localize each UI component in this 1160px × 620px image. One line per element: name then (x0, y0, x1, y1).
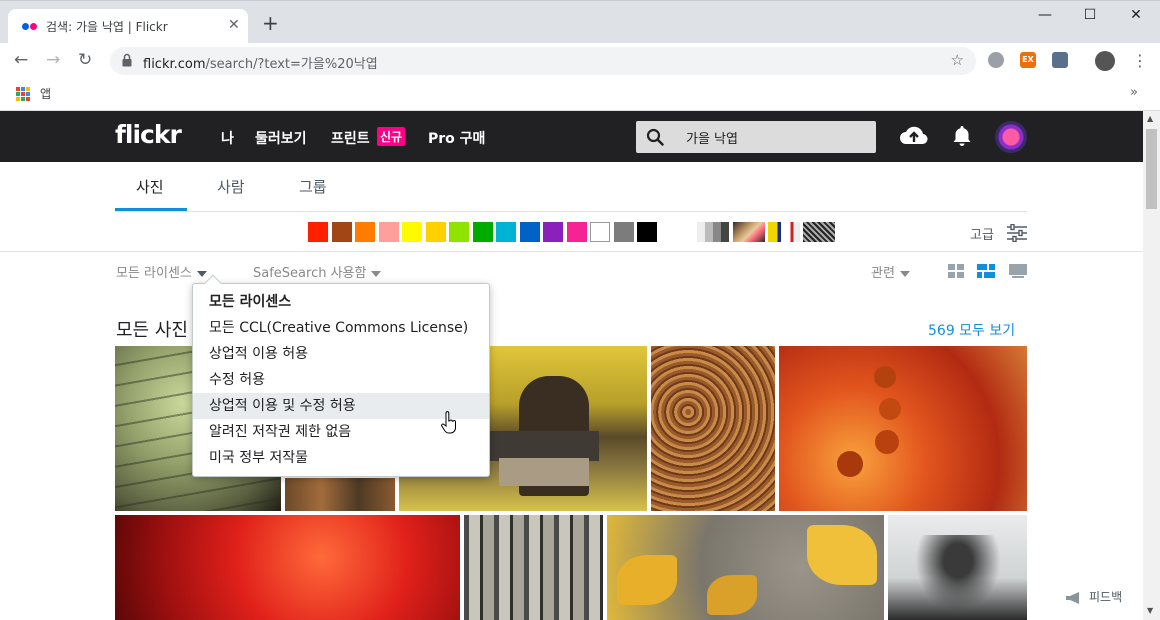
nav-me[interactable]: 나 (221, 128, 234, 148)
license-filter[interactable]: 모든 라이센스 (116, 262, 207, 281)
minimize-button[interactable]: — (1022, 7, 1068, 23)
cloud-extension-icon[interactable] (988, 52, 1004, 68)
search-icon[interactable] (646, 128, 664, 146)
feedback-button[interactable]: 피드백 (1065, 588, 1122, 605)
flickr-favicon-icon (22, 23, 38, 31)
chevron-down-icon (371, 270, 382, 277)
scroll-down-icon[interactable]: ▼ (1147, 606, 1153, 615)
color-swatch[interactable] (378, 222, 399, 242)
address-bar[interactable]: flickr.com/search/?text=가을%20낙엽 ☆ (110, 47, 976, 75)
tab-close-icon[interactable]: ✕ (228, 17, 240, 33)
profile-avatar[interactable] (1095, 51, 1115, 71)
browser-tab-strip: 검색: 가을 낙엽 | Flickr ✕ + — ☐ ✕ (0, 0, 1160, 44)
chevron-down-icon (899, 270, 910, 277)
lock-icon (122, 53, 132, 67)
color-swatch[interactable] (590, 222, 610, 242)
browser-menu-icon[interactable]: ⋮ (1132, 51, 1148, 70)
tab-groups[interactable]: 그룹 (299, 176, 327, 197)
user-avatar[interactable] (995, 121, 1027, 153)
reload-button[interactable]: ↻ (78, 50, 92, 70)
bookmarks-bar: 앱 » (0, 79, 1160, 111)
style-minimalist[interactable] (768, 222, 800, 242)
photo-thumbnail[interactable] (464, 515, 603, 620)
license-option-modifications[interactable]: 수정 허용 (193, 367, 489, 393)
photo-thumbnail[interactable] (115, 515, 460, 620)
justified-layout-icon[interactable] (977, 264, 995, 278)
safesearch-filter[interactable]: SafeSearch 사용함 (253, 262, 382, 281)
ex-extension-icon[interactable]: EX (1020, 52, 1036, 68)
style-black-and-white[interactable] (697, 222, 729, 242)
photo-thumbnail[interactable] (779, 346, 1027, 511)
photo-thumbnail[interactable] (607, 515, 884, 620)
color-swatch[interactable] (496, 222, 516, 242)
apps-grid-icon[interactable] (16, 87, 30, 101)
color-swatch[interactable] (543, 222, 563, 242)
megaphone-icon (1066, 591, 1079, 604)
browser-toolbar: ← → ↻ flickr.com/search/?text=가을%20낙엽 ☆ … (0, 43, 1160, 79)
style-patterns[interactable] (803, 222, 835, 242)
page-scrollbar[interactable]: ▲ ▼ (1143, 111, 1160, 620)
upload-cloud-icon[interactable] (898, 122, 930, 148)
notifications-bell-icon[interactable] (951, 124, 973, 148)
advanced-label[interactable]: 고급 (970, 224, 994, 243)
apps-bookmark[interactable]: 앱 (40, 85, 51, 102)
url-text: flickr.com/search/?text=가을%20낙엽 (143, 57, 378, 72)
tab-photos[interactable]: 사진 (136, 176, 164, 197)
color-filter-row: 고급 (0, 212, 1143, 252)
hand-cursor-icon (441, 411, 456, 434)
color-swatch[interactable] (613, 222, 634, 242)
results-title: 모든 사진 (116, 320, 188, 341)
nav-get-pro[interactable]: Pro 구매 (428, 128, 485, 148)
photo-thumbnail[interactable] (651, 346, 775, 511)
color-swatch[interactable] (472, 222, 493, 242)
puzzle-extension-icon[interactable] (1052, 52, 1068, 68)
nav-prints[interactable]: 프린트 (331, 128, 370, 148)
color-swatch[interactable] (449, 222, 469, 242)
color-swatch[interactable] (308, 222, 328, 242)
photo-thumbnail[interactable] (285, 478, 395, 511)
search-type-tabs: 사진 사람 그룹 (115, 162, 1027, 212)
flickr-page: flickr 나 둘러보기 프린트 신규 Pro 구매 사진 사람 그룹 (0, 111, 1143, 620)
sort-filter[interactable]: 관련 (871, 262, 910, 281)
license-option-creative-commons[interactable]: 모든 CCL(Creative Commons License) (193, 315, 489, 341)
new-tab-button[interactable]: + (262, 13, 279, 33)
color-swatch[interactable] (331, 222, 352, 242)
color-swatch[interactable] (566, 222, 587, 242)
color-swatch[interactable] (637, 222, 657, 242)
grid-layout-icon[interactable] (948, 264, 966, 278)
filter-row: 모든 라이센스 SafeSearch 사용함 관련 (0, 252, 1143, 288)
color-swatch[interactable] (402, 222, 422, 242)
photo-thumbnail[interactable] (888, 515, 1027, 620)
color-swatch[interactable] (355, 222, 375, 242)
color-swatch[interactable] (519, 222, 540, 242)
scroll-thumb[interactable] (1146, 129, 1157, 209)
new-badge: 신규 (377, 127, 406, 146)
search-box (636, 121, 876, 153)
flickr-logo[interactable]: flickr (115, 120, 182, 149)
maximize-button[interactable]: ☐ (1067, 7, 1113, 23)
scroll-up-icon[interactable]: ▲ (1147, 114, 1153, 123)
view-all-link[interactable]: 569 모두 보기 (928, 320, 1015, 340)
license-option-us-government[interactable]: 미국 정부 저작물 (193, 445, 489, 471)
flickr-header: flickr 나 둘러보기 프린트 신규 Pro 구매 (0, 111, 1143, 162)
single-layout-icon[interactable] (1009, 264, 1027, 278)
active-tab-indicator (115, 208, 187, 211)
browser-tab[interactable]: 검색: 가을 낙엽 | Flickr ✕ (8, 9, 248, 44)
forward-button[interactable]: → (46, 50, 60, 70)
bookmarks-overflow-icon[interactable]: » (1130, 85, 1138, 100)
license-dropdown-menu: 모든 라이센스 모든 CCL(Creative Commons License)… (192, 274, 490, 477)
advanced-settings-icon[interactable] (1007, 224, 1027, 242)
back-button[interactable]: ← (14, 50, 28, 70)
close-window-button[interactable]: ✕ (1113, 7, 1159, 23)
chevron-down-icon (196, 270, 207, 277)
tab-people[interactable]: 사람 (217, 176, 245, 197)
color-swatch[interactable] (425, 222, 446, 242)
tab-title: 검색: 가을 낙엽 | Flickr (46, 20, 168, 34)
license-option-all[interactable]: 모든 라이센스 (193, 289, 489, 315)
style-shallow-depth-of-field[interactable] (733, 222, 765, 242)
search-input[interactable] (686, 121, 866, 153)
nav-explore[interactable]: 둘러보기 (255, 128, 307, 148)
bookmark-star-icon[interactable]: ☆ (951, 51, 964, 69)
license-option-commercial-use[interactable]: 상업적 이용 허용 (193, 341, 489, 367)
